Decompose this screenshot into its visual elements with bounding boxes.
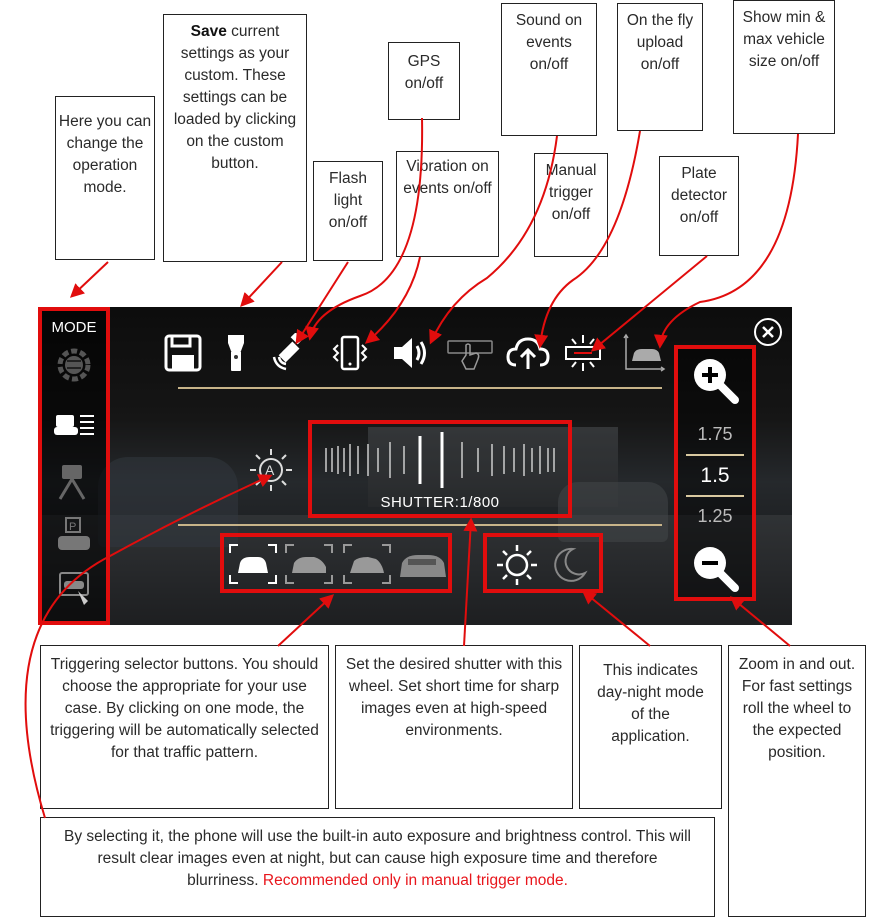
- annotation-arrows: [24, 117, 799, 819]
